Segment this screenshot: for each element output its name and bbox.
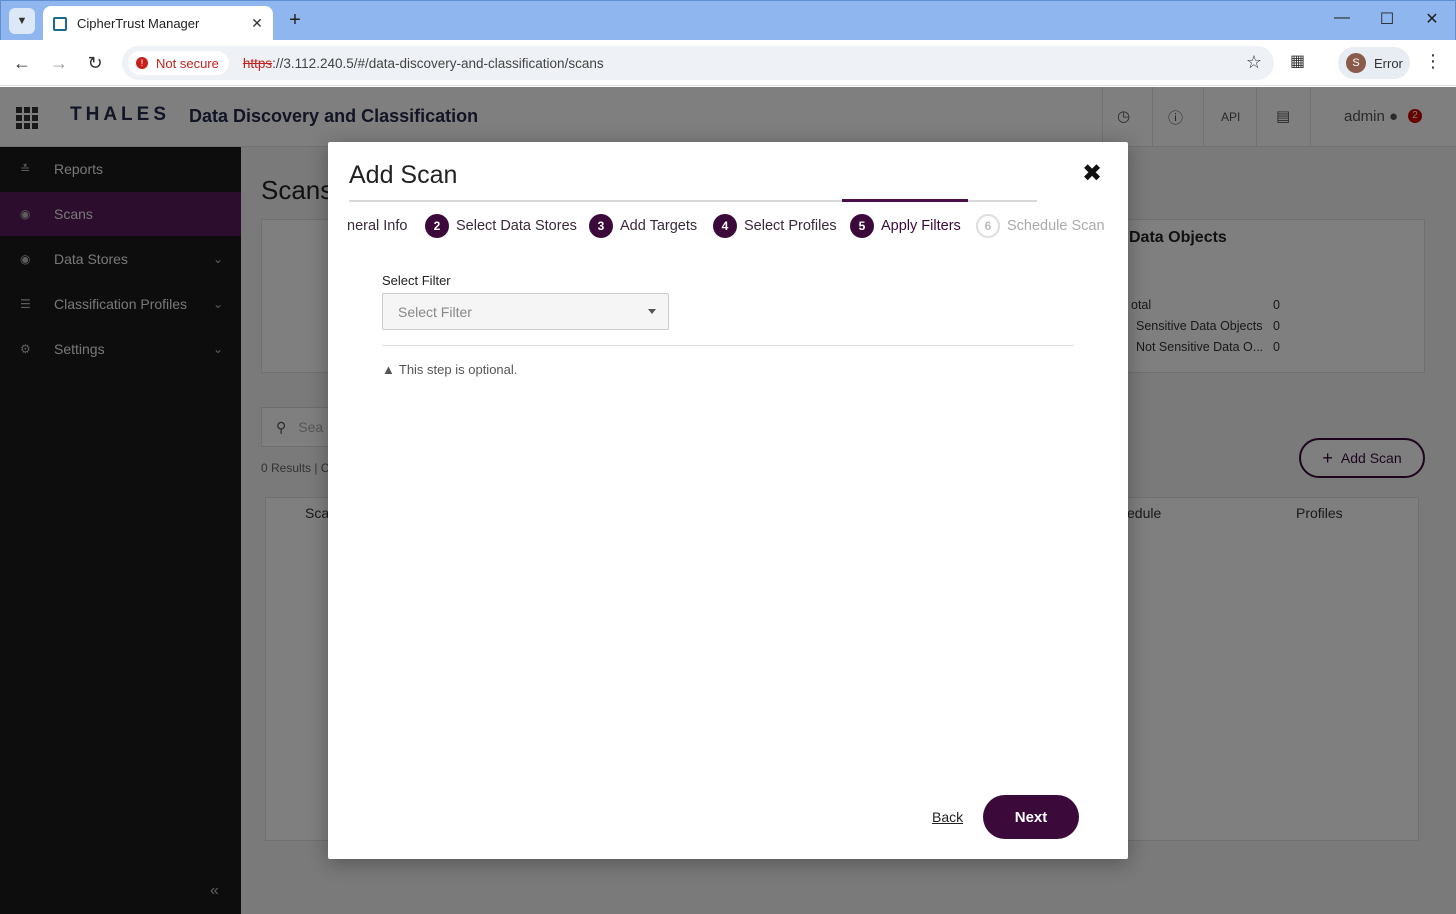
tab-close-icon[interactable]: ✕ [247, 15, 267, 32]
step-select-profiles[interactable]: 4 Select Profiles [713, 214, 837, 238]
profile-button[interactable]: S Error [1338, 47, 1410, 79]
extensions-icon[interactable]: ▦ [1290, 51, 1305, 71]
stepper: neral Info 2 Select Data Stores 3 Add Ta… [328, 214, 1108, 240]
step-add-targets[interactable]: 3 Add Targets [589, 214, 697, 238]
step-number: 5 [850, 214, 874, 238]
minimize-icon[interactable]: — [1327, 9, 1357, 31]
step-number: 2 [425, 214, 449, 238]
select-filter-dropdown[interactable]: Select Filter [382, 293, 669, 330]
close-icon[interactable]: ✖ [1082, 159, 1102, 188]
tab-title: CipherTrust Manager [77, 16, 200, 31]
url-path: ://3.112.240.5/#/data-discovery-and-clas… [272, 55, 604, 71]
divider [382, 345, 1074, 346]
forward-arrow-icon[interactable]: → [47, 51, 71, 75]
step-number: 3 [589, 214, 613, 238]
step-label: Select Profiles [744, 218, 837, 234]
step-general-info[interactable]: neral Info [347, 214, 407, 238]
optional-note-text: This step is optional. [398, 362, 518, 377]
dialog-title: Add Scan [349, 161, 458, 189]
select-filter-placeholder: Select Filter [398, 303, 472, 320]
step-schedule-scan: 6 Schedule Scan [976, 214, 1105, 238]
step-label: Add Targets [620, 218, 698, 234]
site-favicon-icon [53, 16, 67, 31]
add-scan-dialog: Add Scan ✖ neral Info 2 Select Data Stor… [328, 142, 1128, 859]
avatar: S [1346, 53, 1366, 73]
step-label: Apply Filters [881, 218, 961, 234]
caret-down-icon [648, 309, 656, 314]
profile-status: Error [1374, 55, 1403, 71]
step-apply-filters[interactable]: 5 Apply Filters [850, 214, 961, 238]
select-filter-label: Select Filter [382, 273, 451, 288]
reload-icon[interactable]: ↻ [83, 51, 107, 75]
tab-search-chevron-icon[interactable]: ▼ [9, 8, 35, 34]
step-label: Schedule Scan [1007, 218, 1105, 234]
url-text[interactable]: https://3.112.240.5/#/data-discovery-and… [243, 56, 604, 71]
browser-toolbar: ← → ↻ ! Not secure https://3.112.240.5/#… [0, 40, 1456, 86]
warning-icon: ▲ [382, 362, 395, 377]
security-chip[interactable]: ! Not secure [128, 51, 229, 75]
browser-tabstrip: ▼ CipherTrust Manager ✕ + — ☐ ✕ [0, 0, 1456, 41]
new-tab-icon[interactable]: + [284, 9, 306, 31]
stepper-active-indicator [842, 199, 968, 202]
back-arrow-icon[interactable]: ← [10, 51, 34, 75]
step-label: neral Info [347, 218, 408, 234]
maximize-icon[interactable]: ☐ [1372, 9, 1402, 31]
close-window-icon[interactable]: ✕ [1417, 9, 1447, 31]
security-label: Not secure [156, 55, 219, 71]
address-bar[interactable]: ! Not secure https://3.112.240.5/#/data-… [122, 46, 1274, 80]
step-number: 4 [713, 214, 737, 238]
browser-menu-icon[interactable]: ⋮ [1424, 51, 1442, 72]
warning-dot-icon: ! [136, 57, 148, 69]
step-select-data-stores[interactable]: 2 Select Data Stores [425, 214, 577, 238]
step-number: 6 [976, 214, 1000, 238]
next-button[interactable]: Next [983, 795, 1079, 839]
optional-note: ▲ This step is optional. [382, 362, 517, 377]
browser-tab[interactable]: CipherTrust Manager ✕ [43, 6, 273, 41]
step-label: Select Data Stores [456, 218, 577, 234]
url-scheme: https [242, 55, 273, 71]
bookmark-star-icon[interactable]: ☆ [1246, 52, 1262, 73]
back-button[interactable]: Back [932, 809, 963, 825]
